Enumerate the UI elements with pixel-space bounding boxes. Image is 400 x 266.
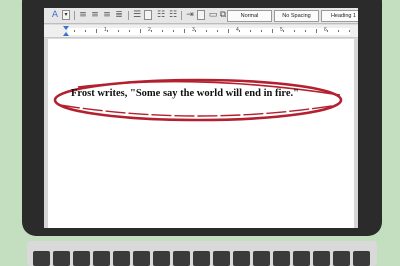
keyboard-key: [273, 251, 290, 266]
ruler-tick: [162, 30, 163, 32]
style-no-spacing-button[interactable]: No Spacing: [274, 10, 319, 22]
keyboard-key: [33, 251, 50, 266]
keyboard-key: [333, 251, 350, 266]
indent-icon[interactable]: ⇥: [185, 10, 195, 20]
keyboard-key: [193, 251, 210, 266]
keyboard-key: [213, 251, 230, 266]
justify-icon[interactable]: ≣: [114, 10, 124, 20]
ruler-tick: [261, 30, 262, 32]
word-processor-window: A ▾ ≡ ≡ ≡ ≣ ☰ ☷ ☷ ⇥ ▭ ⧉ Normal No Spacin…: [44, 8, 358, 228]
style-normal-button[interactable]: Normal: [227, 10, 272, 22]
ruler-tick: [195, 30, 196, 32]
keyboard-key: [173, 251, 190, 266]
ruler-tick: [184, 29, 185, 33]
ruler-tick: [129, 30, 130, 32]
ruler-tick: [349, 30, 350, 32]
ruler-tick: [283, 30, 284, 32]
keyboard-key: [73, 251, 90, 266]
line-spacing-icon[interactable]: ☰: [132, 10, 142, 20]
ruler-tick: [173, 30, 174, 32]
ruler-tick: [316, 29, 317, 33]
laptop-keyboard: [27, 241, 377, 266]
keyboard-key: [113, 251, 130, 266]
ruler-tick: [250, 30, 251, 32]
toolbar-separator: [181, 11, 182, 20]
ruler-tick: [338, 30, 339, 32]
ruler-tick: [206, 30, 207, 32]
keyboard-key: [153, 251, 170, 266]
align-right-icon[interactable]: ≡: [102, 10, 112, 20]
keyboard-key: [93, 251, 110, 266]
ruler-tick: [294, 30, 295, 32]
style-heading-1-button[interactable]: Heading 1: [321, 10, 358, 22]
ruler-tick: [96, 29, 97, 33]
ruler-tick: [151, 30, 152, 32]
ruler-tick: [140, 29, 141, 33]
ruler-tick: [272, 29, 273, 33]
ruler-tick: [239, 30, 240, 32]
line-spacing-dropdown[interactable]: [144, 10, 152, 20]
ruler-tick: [217, 30, 218, 32]
keyboard-key: [313, 251, 330, 266]
highlight-ellipse: [53, 78, 343, 122]
ruler-tick: [118, 30, 119, 32]
text-effects-icon[interactable]: A: [50, 10, 60, 20]
document-paragraph[interactable]: Frost writes, "Some say the world will e…: [71, 88, 351, 99]
horizontal-ruler: 1 2 3 4 5 6: [44, 25, 358, 38]
keyboard-key: [253, 251, 270, 266]
keyboard-key: [133, 251, 150, 266]
formatting-toolbar: A ▾ ≡ ≡ ≡ ≣ ☰ ☷ ☷ ⇥ ▭ ⧉ Normal No Spacin…: [44, 8, 358, 24]
keyboard-key: [233, 251, 250, 266]
ruler-tick: [107, 30, 108, 32]
ruler-text-area: [68, 28, 350, 35]
keyboard-key: [293, 251, 310, 266]
shading-icon[interactable]: ▭: [208, 10, 218, 20]
bullets-icon[interactable]: ☷: [156, 10, 166, 20]
ruler-tick: [74, 30, 75, 32]
align-left-icon[interactable]: ≡: [78, 10, 88, 20]
ruler-tick: [305, 30, 306, 32]
ruler-tick: [327, 30, 328, 32]
ruler-tick: [228, 29, 229, 33]
keyboard-key: [53, 251, 70, 266]
toolbar-separator: [128, 11, 129, 20]
toolbar-separator: [74, 11, 75, 20]
document-page[interactable]: Frost writes, "Some say the world will e…: [48, 39, 354, 228]
indent-dropdown[interactable]: [197, 10, 205, 20]
first-line-indent-marker[interactable]: [63, 26, 69, 30]
align-center-icon[interactable]: ≡: [90, 10, 100, 20]
text-effects-dropdown[interactable]: ▾: [62, 10, 70, 20]
ruler-tick: [85, 30, 86, 32]
left-indent-marker[interactable]: [63, 32, 69, 36]
numbering-icon[interactable]: ☷: [168, 10, 178, 20]
keyboard-key: [353, 251, 370, 266]
document-canvas: Frost writes, "Some say the world will e…: [44, 39, 358, 228]
